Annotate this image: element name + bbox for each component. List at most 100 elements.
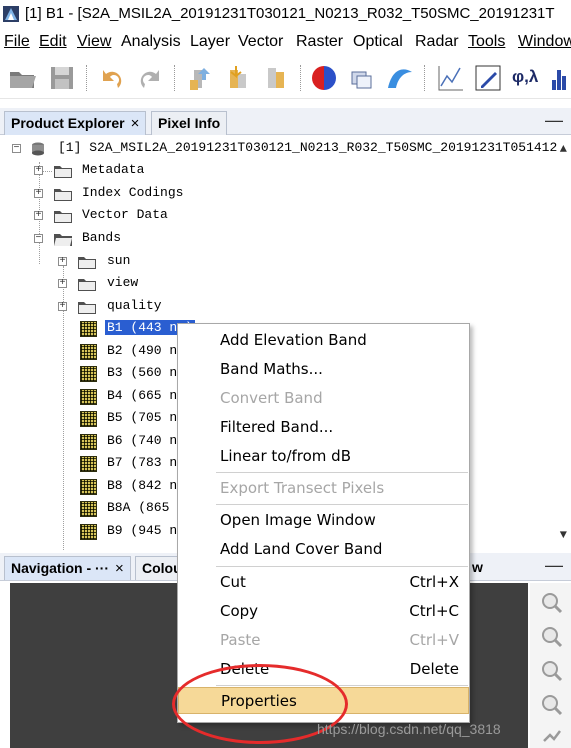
menu-window[interactable]: Window — [518, 33, 571, 51]
tab-product-explorer[interactable]: Product Explorer × — [4, 111, 147, 135]
tree-node-sun[interactable]: + sun — [0, 251, 300, 273]
menu-item-label: Copy — [220, 602, 259, 620]
menu-item-label: Open Image Window — [220, 511, 376, 529]
raster-band-icon — [80, 411, 97, 427]
tree-node-band[interactable]: B2 (490 nm) — [0, 341, 200, 363]
tree-node-band[interactable]: B1 (443 nm) — [0, 318, 200, 340]
wave-icon[interactable] — [384, 62, 416, 94]
tree-node-product[interactable]: − [1] S2A_MSIL2A_20191231T030121_N0213_R… — [0, 138, 560, 160]
close-icon[interactable]: × — [115, 560, 124, 577]
tree-node-index-codings[interactable]: + Index Codings — [0, 183, 300, 205]
minimize-panel-button[interactable]: — — [545, 110, 563, 131]
tab-navigation[interactable]: Navigation - ··· × — [4, 556, 131, 580]
menu-item-label: Convert Band — [220, 389, 323, 407]
tree-node-band[interactable]: B3 (560 nm) — [0, 363, 200, 385]
tree-label-bands: Bands — [82, 230, 122, 245]
main-toolbar: φ,λ — [0, 57, 571, 99]
expand-icon[interactable]: + — [34, 189, 43, 199]
histogram-icon[interactable] — [548, 62, 571, 94]
menu-raster[interactable]: Raster — [296, 33, 343, 51]
zoom-all-icon[interactable] — [540, 693, 564, 717]
zoom-actual-icon[interactable] — [540, 659, 564, 683]
tab-pixel-info-label: Pixel Info — [158, 115, 221, 131]
folder-open-icon — [54, 234, 72, 246]
import-band-icon[interactable] — [184, 62, 216, 94]
tree-node-band[interactable]: B8 (842 nm) — [0, 476, 200, 498]
menu-item-export-transect-pixels: Export Transect Pixels — [178, 475, 469, 502]
collapse-icon[interactable]: − — [34, 234, 43, 244]
raster-band-icon — [80, 524, 97, 540]
tree-node-band[interactable]: B4 (665 nm) — [0, 386, 200, 408]
menu-analysis[interactable]: Analysis — [121, 33, 181, 51]
tree-label-vector-data: Vector Data — [82, 207, 168, 222]
raster-band-icon — [80, 389, 97, 405]
scroll-down-icon[interactable]: ▼ — [560, 528, 567, 542]
folder-icon — [54, 189, 72, 201]
menu-item-open-image-window[interactable]: Open Image Window — [178, 507, 469, 534]
tree-node-band[interactable]: B7 (783 nm) — [0, 453, 200, 475]
geo-coordinates-icon[interactable]: φ,λ — [512, 67, 538, 87]
menu-item-add-land-cover-band[interactable]: Add Land Cover Band — [178, 536, 469, 563]
zoom-out-icon[interactable] — [540, 625, 564, 649]
sync-views-icon[interactable] — [540, 723, 564, 747]
menu-file[interactable]: File — [4, 33, 30, 51]
close-icon[interactable]: × — [131, 115, 140, 132]
menu-separator — [216, 504, 468, 505]
menu-item-cut[interactable]: Cut Ctrl+X — [178, 569, 469, 596]
redo-icon[interactable] — [134, 62, 166, 94]
tab-partial-label[interactable]: w — [472, 559, 483, 575]
menu-item-linear-to-db[interactable]: Linear to/from dB — [178, 443, 469, 470]
collapse-icon[interactable]: − — [12, 144, 21, 154]
tree-node-bands[interactable]: − Bands — [0, 228, 300, 250]
pin-edit-icon[interactable] — [472, 62, 504, 94]
menu-edit[interactable]: Edit — [39, 33, 67, 51]
menu-vector[interactable]: Vector — [238, 33, 283, 51]
raster-band-icon — [80, 456, 97, 472]
menu-view[interactable]: View — [77, 33, 111, 51]
product-stack-icon — [32, 142, 44, 156]
tree-label-index-codings: Index Codings — [82, 185, 184, 200]
menu-edit-label: Edit — [39, 33, 67, 50]
expand-icon[interactable]: + — [58, 279, 67, 289]
menu-item-filtered-band[interactable]: Filtered Band... — [178, 414, 469, 441]
menu-item-band-maths[interactable]: Band Maths... — [178, 356, 469, 383]
folder-icon — [78, 302, 96, 314]
watermark-text: https://blog.csdn.net/qq_3818 — [317, 721, 501, 737]
zoom-in-icon[interactable] — [540, 591, 564, 615]
tree-node-metadata[interactable]: + Metadata — [0, 160, 300, 182]
expand-icon[interactable]: + — [34, 166, 43, 176]
layer-manager-icon[interactable] — [346, 62, 378, 94]
tree-node-view[interactable]: + view — [0, 273, 300, 295]
tree-node-quality[interactable]: + quality — [0, 296, 300, 318]
open-product-icon[interactable] — [6, 62, 38, 94]
tree-node-band[interactable]: B6 (740 nm) — [0, 431, 200, 453]
menu-radar[interactable]: Radar — [415, 33, 459, 51]
scroll-up-icon[interactable]: ▲ — [560, 142, 567, 156]
menu-tools[interactable]: Tools — [468, 33, 505, 51]
menu-item-add-elevation-band[interactable]: Add Elevation Band — [178, 327, 469, 354]
expand-icon[interactable]: + — [58, 302, 67, 312]
band-context-menu: Add Elevation Band Band Maths... Convert… — [177, 323, 470, 723]
color-manipulation-icon[interactable] — [308, 62, 340, 94]
toolbar-separator — [86, 65, 87, 91]
tree-node-vector-data[interactable]: + Vector Data — [0, 205, 300, 227]
menu-layer[interactable]: Layer — [190, 33, 230, 51]
band-maths-icon[interactable] — [222, 62, 254, 94]
menu-window-label: Window — [518, 33, 571, 50]
export-icon[interactable] — [260, 62, 292, 94]
menu-optical[interactable]: Optical — [353, 33, 403, 51]
expand-icon[interactable]: + — [58, 257, 67, 267]
tree-node-band[interactable]: B9 (945 nm) — [0, 521, 200, 543]
save-product-icon[interactable] — [46, 62, 78, 94]
minimize-panel-button[interactable]: — — [545, 555, 563, 576]
expand-icon[interactable]: + — [34, 211, 43, 221]
tab-pixel-info[interactable]: Pixel Info — [151, 111, 228, 135]
menu-file-label: File — [4, 33, 30, 50]
tree-node-band[interactable]: B8A (865 nm) — [0, 498, 201, 520]
tree-node-band[interactable]: B5 (705 nm) — [0, 408, 200, 430]
spectrum-view-icon[interactable] — [434, 62, 466, 94]
menu-bar: File Edit View Analysis Layer Vector Ras… — [0, 30, 571, 56]
tree-label-view: view — [107, 275, 139, 290]
menu-item-copy[interactable]: Copy Ctrl+C — [178, 598, 469, 625]
undo-icon[interactable] — [96, 62, 128, 94]
